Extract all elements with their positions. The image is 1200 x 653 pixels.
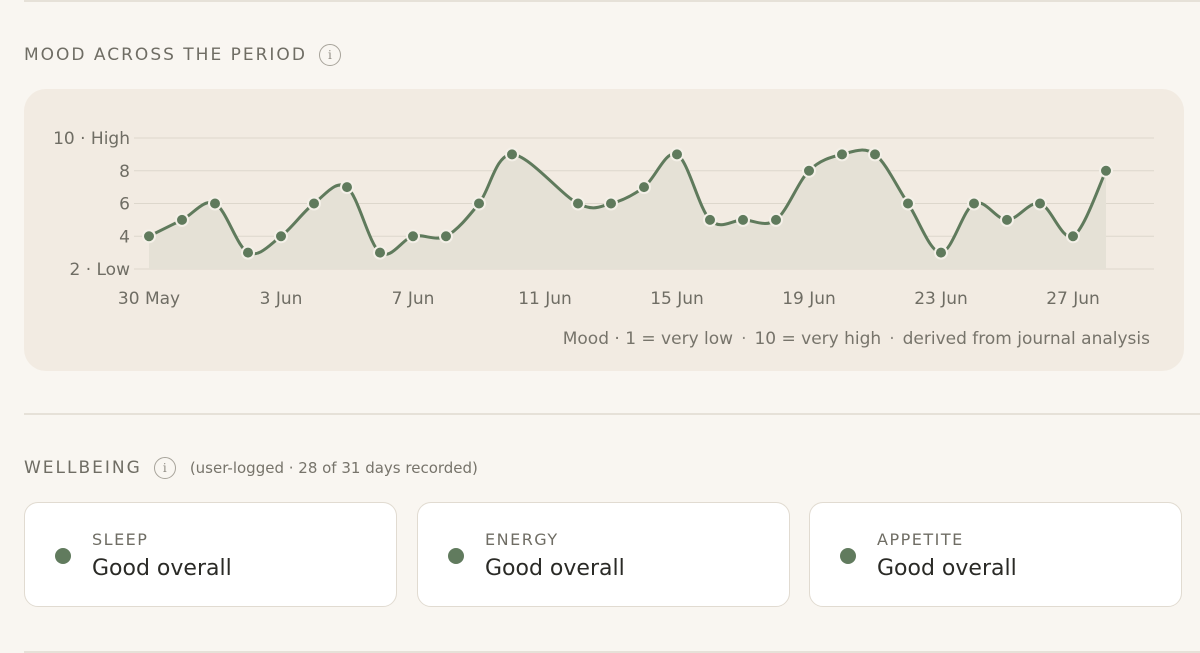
x-tick-label: 15 Jun bbox=[650, 289, 704, 309]
y-tick-label: 8 bbox=[119, 162, 130, 182]
mood-section-title: MOOD ACROSS THE PERIOD bbox=[24, 45, 307, 65]
y-tick-label: 10 · High bbox=[53, 129, 130, 149]
mood-point bbox=[241, 245, 255, 260]
caption-scale-low: Mood · 1 = very low bbox=[562, 329, 734, 349]
mood-point bbox=[142, 229, 156, 244]
mood-point bbox=[307, 196, 321, 211]
mood-point bbox=[208, 196, 222, 211]
x-tick-label: 11 Jun bbox=[518, 289, 572, 309]
mood-point bbox=[274, 229, 288, 244]
wellbeing-note: (user-logged · 28 of 31 days recorded) bbox=[189, 459, 478, 477]
x-tick-label: 30 May bbox=[118, 289, 180, 309]
mood-point bbox=[967, 196, 981, 211]
x-tick-label: 7 Jun bbox=[392, 289, 435, 309]
caption-source: derived from journal analysis bbox=[902, 329, 1150, 349]
mood-point bbox=[604, 196, 618, 211]
mood-point bbox=[802, 163, 816, 178]
appetite-card: APPETITE Good overall bbox=[809, 502, 1182, 607]
mood-point bbox=[901, 196, 915, 211]
section-divider bbox=[24, 413, 1200, 415]
top-divider bbox=[24, 0, 1200, 2]
appetite-value: Good overall bbox=[877, 556, 1017, 581]
mood-point bbox=[769, 212, 783, 227]
mood-point bbox=[1099, 163, 1113, 178]
y-tick-label: 4 bbox=[119, 227, 130, 247]
energy-value: Good overall bbox=[485, 556, 625, 581]
mood-point bbox=[835, 147, 849, 162]
wellbeing-section-title: WELLBEING bbox=[24, 458, 142, 478]
mood-point bbox=[637, 180, 651, 195]
caption-scale-high: 10 = very high bbox=[754, 329, 882, 349]
mood-area-fill bbox=[149, 150, 1106, 269]
status-dot bbox=[55, 548, 71, 564]
mood-point bbox=[670, 147, 684, 162]
sleep-value: Good overall bbox=[92, 556, 232, 581]
sleep-card: SLEEP Good overall bbox=[24, 502, 397, 607]
info-icon[interactable]: i bbox=[318, 44, 341, 66]
info-icon[interactable]: i bbox=[153, 457, 176, 479]
energy-label: ENERGY bbox=[485, 530, 559, 549]
x-tick-label: 19 Jun bbox=[782, 289, 836, 309]
mood-point bbox=[1000, 212, 1014, 227]
y-tick-label: 2 · Low bbox=[69, 260, 130, 280]
mood-section-header: MOOD ACROSS THE PERIOD i bbox=[24, 44, 341, 66]
mood-point bbox=[736, 212, 750, 227]
chart-caption: Mood · 1 = very low · 10 = very high · deriv… bbox=[563, 329, 1150, 349]
mood-point bbox=[340, 180, 354, 195]
sleep-label: SLEEP bbox=[92, 530, 149, 549]
caption-separator: · bbox=[741, 329, 747, 349]
x-tick-label: 23 Jun bbox=[914, 289, 968, 309]
x-tick-label: 3 Jun bbox=[260, 289, 303, 309]
mood-point bbox=[439, 229, 453, 244]
wellbeing-section-header: WELLBEING i (user-logged · 28 of 31 days… bbox=[24, 457, 478, 479]
mood-chart-card: 10 · High 8 6 4 2 · Low 30 May 3 Jun 7 Jun 11 Ju… bbox=[24, 89, 1184, 371]
mood-point bbox=[571, 196, 585, 211]
mood-point bbox=[1066, 229, 1080, 244]
mood-point bbox=[703, 212, 717, 227]
mood-point bbox=[406, 229, 420, 244]
y-tick-label: 6 bbox=[119, 195, 130, 215]
mood-point bbox=[1033, 196, 1047, 211]
status-dot bbox=[840, 548, 856, 564]
mood-point bbox=[472, 196, 486, 211]
mood-point bbox=[505, 147, 519, 162]
mood-point bbox=[373, 245, 387, 260]
mood-point bbox=[868, 147, 882, 162]
status-dot bbox=[448, 548, 464, 564]
mood-point bbox=[175, 212, 189, 227]
mood-point bbox=[934, 245, 948, 260]
caption-separator: · bbox=[889, 329, 895, 349]
x-tick-label: 27 Jun bbox=[1046, 289, 1100, 309]
appetite-label: APPETITE bbox=[877, 530, 964, 549]
energy-card: ENERGY Good overall bbox=[417, 502, 790, 607]
